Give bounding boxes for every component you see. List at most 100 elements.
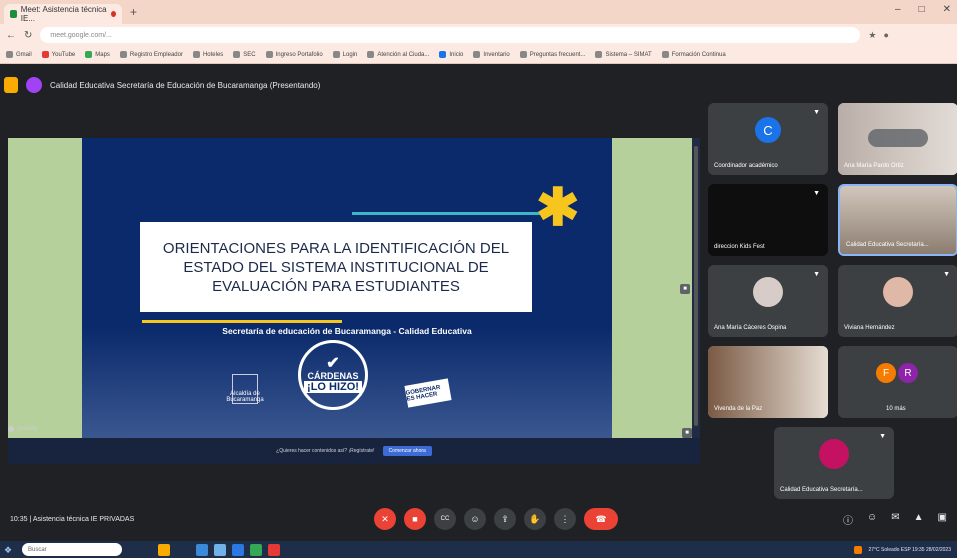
app-icon[interactable] — [196, 543, 208, 556]
tab-title: Meet: Asistencia técnica IE... — [20, 5, 107, 23]
bookmark[interactable]: Ingreso Portafolio — [265, 51, 323, 58]
hand-raise-chip-icon — [4, 77, 18, 93]
taskbar-search[interactable]: Buscar — [22, 543, 122, 556]
avatar: R — [898, 363, 918, 384]
bookmark[interactable]: YouTube — [41, 51, 75, 58]
avatar — [819, 439, 849, 470]
presenter-icon — [8, 426, 14, 432]
captions-button[interactable]: CC — [434, 508, 456, 530]
participant-tile[interactable]: ▼ Viviana Hernández — [838, 265, 957, 337]
reload-icon[interactable]: ↻ — [24, 30, 32, 41]
browser-tab-bar: Meet: Asistencia técnica IE... + – □ ✕ — [0, 0, 957, 24]
raise-hand-button[interactable]: ✋ — [524, 508, 546, 530]
new-tab-button[interactable]: + — [130, 5, 137, 19]
minimize-button[interactable]: – — [895, 4, 901, 15]
mic-off-icon: ▼ — [813, 271, 820, 278]
participant-name: direccion Kids Fest — [714, 244, 765, 250]
more-options-button[interactable]: ⋮ — [554, 508, 576, 530]
recording-icon — [110, 11, 117, 17]
browser-tab[interactable]: Meet: Asistencia técnica IE... — [4, 4, 122, 24]
app-icon[interactable] — [268, 543, 280, 556]
info-icon[interactable]: ⓘ — [843, 512, 853, 527]
window-controls: – □ ✕ — [895, 4, 951, 15]
side-controls: ⓘ ☺ ✉ ▲ ▣ — [843, 512, 947, 527]
participant-tile[interactable]: Calidad Educativa Secretaría... — [838, 184, 957, 256]
scrollbar[interactable] — [694, 146, 698, 426]
mic-off-icon: ▼ — [813, 109, 820, 116]
avatar: F — [876, 363, 896, 384]
participant-name: Ana María Pardo Ortiz — [844, 163, 904, 169]
bookmark[interactable]: Sistema – SIMAT — [595, 51, 652, 58]
emoji-button[interactable]: ☺ — [464, 508, 486, 530]
bookmark[interactable]: Preguntas frecuent... — [519, 51, 585, 58]
meeting-header: Calidad Educativa Secretaría de Educació… — [0, 72, 957, 98]
profile-icon[interactable]: ● — [883, 30, 888, 41]
bookmark[interactable]: Maps — [85, 51, 110, 58]
pin-icon[interactable]: ■ — [680, 284, 690, 294]
bookmark[interactable]: Inventario — [473, 51, 510, 58]
footnote: ¿Quieres hacer contenidos así? ¡Regístra… — [276, 448, 375, 454]
host-controls-icon[interactable]: ▣ — [938, 512, 947, 527]
participant-tile[interactable]: ▼ C Coordinador académico — [708, 103, 828, 175]
bookmark[interactable]: Login — [332, 51, 357, 58]
participant-tile[interactable]: Ana María Pardo Ortiz — [838, 103, 957, 175]
windows-start-icon[interactable]: ❖ — [4, 544, 16, 556]
slide-footer: ¿Quieres hacer contenidos así? ¡Regístra… — [8, 438, 700, 464]
fullscreen-icon[interactable]: ■ — [682, 428, 692, 438]
system-tray: 27°C Soleado ESP 19:35 28/02/2023 — [854, 545, 957, 554]
end-call-button[interactable]: ☎ — [584, 508, 618, 530]
participant-name: Coordinador académico — [714, 163, 778, 169]
close-button[interactable]: ✕ — [943, 4, 951, 15]
participant-tile[interactable]: ▼ Calidad Educativa Secretaría... — [774, 427, 894, 499]
bookmark[interactable]: Gmail — [6, 51, 32, 58]
participant-tile[interactable]: Vivenda de la Paz — [708, 346, 828, 418]
avatar — [753, 277, 783, 308]
participant-name: Viviana Hernández — [844, 325, 895, 331]
mic-off-icon: ▼ — [879, 433, 886, 440]
asterisk-icon: ✱ — [536, 179, 580, 237]
bookmark[interactable]: Hoteles — [192, 51, 223, 58]
accent-line — [142, 320, 342, 323]
activities-icon[interactable]: ▲ — [914, 512, 924, 527]
bookmark[interactable]: Inicio — [439, 51, 463, 58]
slide-margin-left — [8, 138, 82, 438]
meeting-controls: ✕ ■ CC ☺ ⇪ ✋ ⋮ ☎ — [374, 508, 618, 530]
url-field[interactable]: meet.google.com/... — [40, 27, 861, 43]
camera-button[interactable]: ■ — [404, 508, 426, 530]
app-icon[interactable] — [232, 543, 244, 556]
bookmark[interactable]: SEC — [233, 51, 256, 58]
back-icon[interactable]: ← — [6, 30, 16, 41]
cardenas-badge: ✔ CÁRDENAS ¡LO HIZO! — [298, 340, 368, 410]
app-icon[interactable] — [250, 543, 262, 556]
check-icon: ✔ — [326, 355, 340, 372]
chat-icon[interactable]: ✉ — [891, 512, 899, 527]
meeting-id: 10:35 | Asistencia técnica IE PRIVADAS — [10, 516, 135, 523]
alcaldia-logo: Alcaldía de Bucaramanga — [226, 374, 264, 404]
people-icon[interactable]: ☺ — [867, 512, 877, 527]
extensions-icon[interactable]: ★ — [868, 30, 876, 41]
presenting-icon — [26, 77, 42, 93]
participant-name: Ana María Cáceres Ospina — [714, 325, 787, 331]
presenter-label: genially — [8, 426, 37, 432]
start-button[interactable]: Comenzar ahora — [382, 446, 432, 456]
taskbar: ❖ Buscar 27°C Soleado ESP 19:35 28/02/20… — [0, 541, 957, 558]
bookmarks-bar: Gmail YouTube Maps Registro Empleador Ho… — [0, 46, 957, 64]
tray-text: 27°C Soleado ESP 19:35 28/02/2023 — [868, 546, 951, 553]
participant-tile[interactable]: ▼ Ana María Cáceres Ospina — [708, 265, 828, 337]
participant-name: Calidad Educativa Secretaría... — [780, 487, 863, 493]
participant-tile[interactable]: F R 10 más — [838, 346, 957, 418]
app-icon[interactable] — [158, 543, 170, 556]
maximize-button[interactable]: □ — [919, 4, 925, 15]
bookmark[interactable]: Atención al Ciuda... — [367, 51, 429, 58]
participant-tile[interactable]: ▼ direccion Kids Fest — [708, 184, 828, 256]
bookmark[interactable]: Formación Continua — [661, 51, 726, 58]
present-button[interactable]: ⇪ — [494, 508, 516, 530]
meet-favicon-icon — [10, 10, 17, 18]
mic-button[interactable]: ✕ — [374, 508, 396, 530]
participant-name: 10 más — [886, 406, 906, 412]
tile-controls[interactable] — [868, 129, 928, 147]
bookmark[interactable]: Registro Empleador — [119, 51, 183, 58]
mic-off-icon: ▼ — [943, 271, 950, 278]
participant-name: Vivenda de la Paz — [714, 406, 763, 412]
app-icon[interactable] — [214, 543, 226, 556]
